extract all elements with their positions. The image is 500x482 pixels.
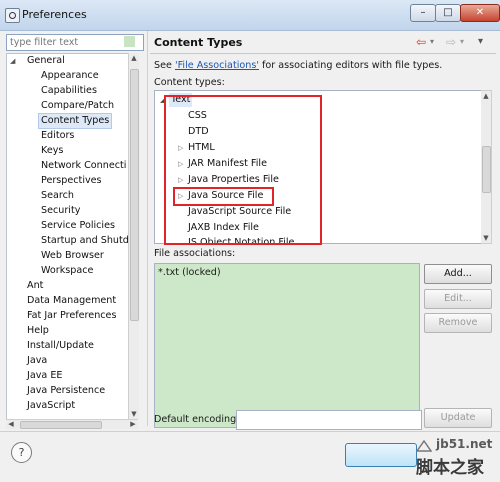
tree-item-keys[interactable]: Keys <box>41 144 63 158</box>
remove-button[interactable]: Remove <box>424 313 492 333</box>
preference-nav-panel: ◢ General Appearance Capabilities Compar… <box>4 31 145 429</box>
scroll-thumb[interactable] <box>130 69 139 321</box>
content-types-scrollbar[interactable]: ▲ ▼ <box>481 90 492 244</box>
description-text: See 'File Associations' for associating … <box>154 60 442 71</box>
watermark-site-name: 脚本之家 <box>416 458 484 478</box>
file-associations-link[interactable]: 'File Associations' <box>175 60 259 71</box>
file-association-item[interactable]: *.txt (locked) <box>158 267 221 278</box>
tree-item-javascript[interactable]: JavaScript <box>27 399 75 413</box>
view-menu-icon[interactable]: ▾ <box>478 34 483 50</box>
back-dropdown-icon[interactable]: ▾ <box>430 34 434 50</box>
file-associations-list: *.txt (locked) <box>154 263 420 428</box>
tree-item-web-browser[interactable]: Web Browser <box>41 249 104 263</box>
default-encoding-label: Default encoding: <box>154 414 240 425</box>
tree-item-service-policies[interactable]: Service Policies <box>41 219 115 233</box>
scroll-left-arrow-icon[interactable]: ◀ <box>6 420 16 429</box>
tree-vertical-scrollbar[interactable]: ▲ ▼ <box>128 53 139 419</box>
default-encoding-input[interactable] <box>236 410 422 430</box>
back-arrow-icon[interactable]: ⇦ <box>416 34 426 50</box>
scroll-up-arrow-icon[interactable]: ▲ <box>129 53 139 63</box>
forward-dropdown-icon[interactable]: ▾ <box>460 34 464 50</box>
file-associations-label: File associations: <box>154 248 236 259</box>
tree-item-perspectives[interactable]: Perspectives <box>41 174 102 188</box>
tree-item-help[interactable]: Help <box>27 324 49 338</box>
tree-item-compare-patch[interactable]: Compare/Patch <box>41 99 114 113</box>
maximize-button[interactable]: □ <box>435 4 461 22</box>
page-title: Content Types <box>154 36 243 49</box>
forward-arrow-icon[interactable]: ⇨ <box>446 34 456 50</box>
tree-item-ant[interactable]: Ant <box>27 279 43 293</box>
header-separator <box>150 53 496 54</box>
tree-item-data-management[interactable]: Data Management <box>27 294 116 308</box>
clear-filter-icon[interactable] <box>124 36 135 47</box>
edit-button[interactable]: Edit... <box>424 289 492 309</box>
tree-item-install-update[interactable]: Install/Update <box>27 339 94 353</box>
tree-item-workspace[interactable]: Workspace <box>41 264 93 278</box>
annotation-highlight-java-source <box>173 187 274 206</box>
tree-item-java-ee[interactable]: Java EE <box>27 369 62 383</box>
tree-item-appearance[interactable]: Appearance <box>41 69 99 83</box>
tree-item-editors[interactable]: Editors <box>41 129 74 143</box>
tree-item-content-types[interactable]: Content Types <box>37 113 113 129</box>
tree-item-java-persistence[interactable]: Java Persistence <box>27 384 105 398</box>
content-types-label: Content types: <box>154 77 225 88</box>
tree-collapse-arrow-icon[interactable]: ◢ <box>10 54 15 68</box>
tree-item-search[interactable]: Search <box>41 189 74 203</box>
watermark-logo-icon <box>416 439 432 452</box>
description-suffix: for associating editors with file types. <box>258 60 443 71</box>
scroll-thumb[interactable] <box>20 421 102 429</box>
tree-item-network-connections[interactable]: Network Connecti <box>41 159 126 173</box>
watermark: jb51.net 脚本之家 <box>414 437 500 482</box>
tree-item-general[interactable]: General <box>27 54 65 68</box>
update-button[interactable]: Update <box>424 408 492 428</box>
tree-horizontal-scrollbar[interactable]: ◀ ▶ <box>6 419 138 429</box>
help-button[interactable]: ? <box>11 442 32 463</box>
tree-item-capabilities[interactable]: Capabilities <box>41 84 97 98</box>
tree-item-java[interactable]: Java <box>27 354 47 368</box>
watermark-url: jb51.net <box>436 437 493 451</box>
scroll-up-arrow-icon[interactable]: ▲ <box>481 91 491 101</box>
preferences-app-icon <box>5 8 20 23</box>
close-button[interactable]: ✕ <box>460 4 500 22</box>
footer-separator <box>0 431 500 432</box>
ok-button[interactable] <box>345 443 417 467</box>
minimize-button[interactable]: – <box>410 4 436 22</box>
scroll-right-arrow-icon[interactable]: ▶ <box>128 420 138 429</box>
panel-divider[interactable] <box>147 31 148 426</box>
title-bar: Preferences – □ ✕ <box>0 0 500 31</box>
scroll-thumb[interactable] <box>482 146 491 193</box>
description-prefix: See <box>154 60 175 71</box>
add-button[interactable]: Add... <box>424 264 492 284</box>
window-title: Preferences <box>22 8 87 21</box>
tree-item-fat-jar-preferences[interactable]: Fat Jar Preferences <box>27 309 116 323</box>
history-nav: ⇦ ▾ ⇨ ▾ ▾ <box>416 34 496 50</box>
tree-item-security[interactable]: Security <box>41 204 80 218</box>
window-body: ◢ General Appearance Capabilities Compar… <box>0 31 500 482</box>
annotation-highlight-box <box>164 95 322 245</box>
preference-tree: ◢ General Appearance Capabilities Compar… <box>6 53 138 421</box>
scroll-down-arrow-icon[interactable]: ▼ <box>481 233 491 243</box>
tree-item-startup-shutdown[interactable]: Startup and Shutd <box>41 234 129 248</box>
scroll-down-arrow-icon[interactable]: ▼ <box>129 409 139 419</box>
